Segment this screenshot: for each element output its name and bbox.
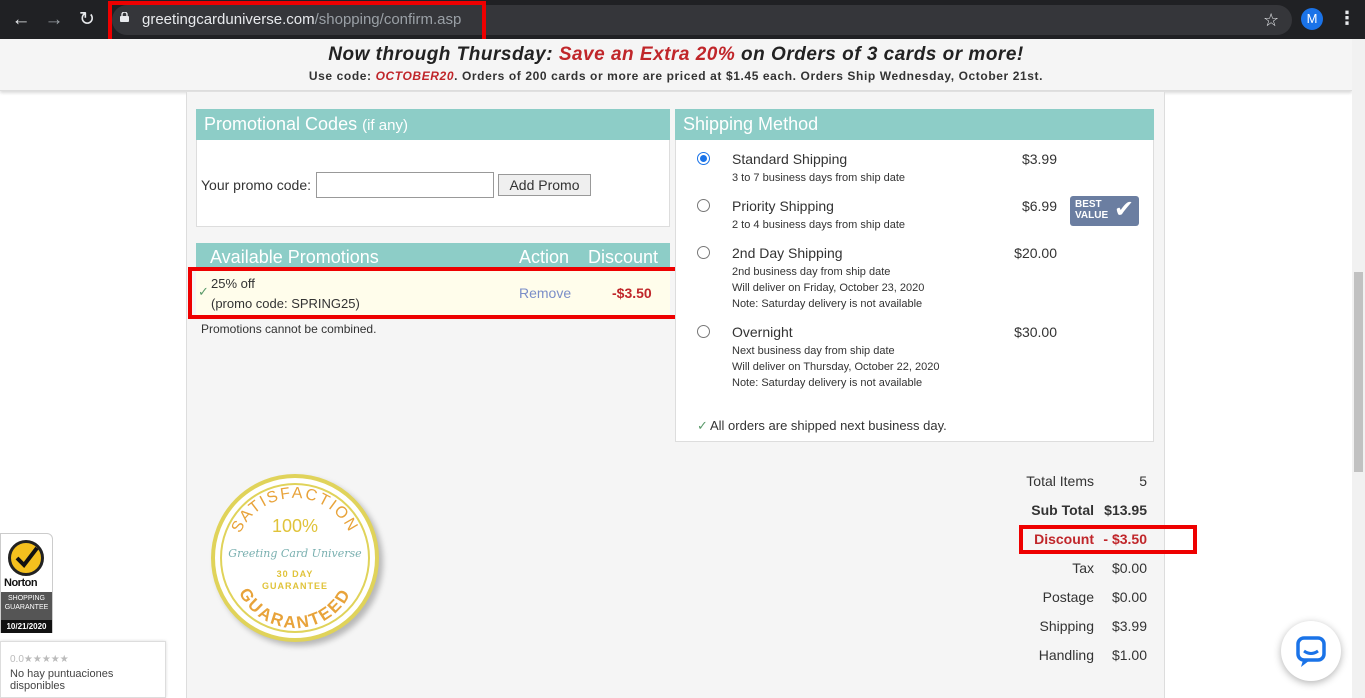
standard-shipping-detail: 3 to 7 business days from ship date xyxy=(732,172,906,184)
chat-bubble-icon xyxy=(1296,636,1326,667)
url-highlight-box xyxy=(108,1,486,43)
subtotal-value: $13.95 xyxy=(1104,502,1147,518)
shipping-value: $3.99 xyxy=(1111,618,1147,634)
2nd-day-shipping-price: $20.00 xyxy=(1014,245,1057,261)
bookmark-star-icon[interactable]: ☆ xyxy=(1263,10,1279,31)
standard-shipping-price: $3.99 xyxy=(1021,151,1057,167)
seal-guarantee: GUARANTEE xyxy=(262,581,328,591)
2nd-day-shipping-name: 2nd Day Shipping xyxy=(732,245,843,261)
total-items-value: 5 xyxy=(1139,473,1147,489)
scrollbar-thumb[interactable] xyxy=(1354,272,1363,472)
live-chat-button[interactable] xyxy=(1281,621,1341,681)
norton-subtitle: SHOPPING GUARANTEE xyxy=(1,592,52,620)
norton-line1: SHOPPING xyxy=(8,595,45,602)
promo-codes-hint: (if any) xyxy=(362,117,408,134)
seal-bottom-text: GUARANTEED xyxy=(235,585,353,633)
priority-shipping-price: $6.99 xyxy=(1021,198,1057,214)
tax-value: $0.00 xyxy=(1111,560,1147,576)
postage-value: $0.00 xyxy=(1111,589,1147,605)
overnight-shipping-name: Overnight xyxy=(732,324,793,340)
banner-headline: Now through Thursday: Save an Extra 20% … xyxy=(0,44,1352,66)
priority-shipping-radio[interactable] xyxy=(697,199,710,212)
banner-code: OCTOBER20 xyxy=(375,69,455,83)
svg-text:GUARANTEED: GUARANTEED xyxy=(235,585,355,633)
check-icon: ✓ xyxy=(697,418,708,433)
banner-code-label: Use code: xyxy=(308,69,376,83)
handling-label: Handling xyxy=(1038,647,1094,663)
overnight-delivery-date: Will deliver on Thursday, October 22, 20… xyxy=(732,361,940,373)
checkmark-icon: ✔ xyxy=(1114,196,1135,223)
available-promotions-title: Available Promotions xyxy=(210,247,379,267)
overnight-shipping-radio[interactable] xyxy=(697,325,710,338)
rating-stars: 0.0★★★★★ xyxy=(10,654,69,665)
priority-shipping-name: Priority Shipping xyxy=(732,198,834,214)
norton-check-icon xyxy=(8,540,44,576)
star-icons: ★★★★★ xyxy=(23,654,69,665)
add-promo-button[interactable]: Add Promo xyxy=(498,174,591,196)
satisfaction-guarantee-seal: SATISFACTION GUARANTEED 100% Greeting Ca… xyxy=(211,474,379,642)
forward-arrow-icon[interactable]: → xyxy=(43,9,65,31)
promo-codes-header: Promotional Codes (if any) xyxy=(196,109,670,140)
banner-subline-suffix: . Orders of 200 cards or more are priced… xyxy=(454,69,1044,83)
banner-headline-prefix: Now through Thursday: xyxy=(328,44,559,65)
profile-avatar[interactable]: M xyxy=(1301,8,1323,30)
rating-widget[interactable]: 0.0★★★★★ No hay puntuaciones disponibles xyxy=(0,641,166,698)
shipping-label: Shipping xyxy=(1039,618,1095,634)
back-arrow-icon[interactable]: ← xyxy=(10,9,32,31)
overnight-saturday-note: Note: Saturday delivery is not available xyxy=(732,377,923,389)
tax-label: Tax xyxy=(1072,560,1094,576)
shipping-note: All orders are shipped next business day… xyxy=(710,418,947,433)
rating-text: No hay puntuaciones disponibles xyxy=(10,668,114,692)
postage-label: Postage xyxy=(1042,589,1094,605)
norton-line2: GUARANTEE xyxy=(4,604,49,611)
reload-icon[interactable]: ↻ xyxy=(76,9,98,31)
seal-percent: 100% xyxy=(272,516,318,536)
2nd-day-delivery-date: Will deliver on Friday, October 23, 2020 xyxy=(732,282,925,294)
seal-brand: Greeting Card Universe xyxy=(228,547,362,560)
promo-banner: Now through Thursday: Save an Extra 20% … xyxy=(0,39,1352,91)
promo-codes-title: Promotional Codes xyxy=(204,114,358,134)
banner-headline-suffix: on Orders of 3 cards or more! xyxy=(735,44,1024,65)
promotions-note: Promotions cannot be combined. xyxy=(201,322,377,336)
banner-subline: Use code: OCTOBER20. Orders of 200 cards… xyxy=(0,69,1352,83)
best-value-badge: BEST VALUE ✔ xyxy=(1070,196,1139,226)
priority-shipping-detail: 2 to 4 business days from ship date xyxy=(732,219,906,231)
more-menu-icon[interactable]: ⋮ xyxy=(1338,8,1356,29)
shipping-method-header: Shipping Method xyxy=(675,109,1154,140)
2nd-day-shipping-detail: 2nd business day from ship date xyxy=(732,266,891,278)
overnight-shipping-detail: Next business day from ship date xyxy=(732,345,895,357)
total-items-label: Total Items xyxy=(1026,473,1094,489)
promotion-highlight-box xyxy=(188,267,686,319)
banner-headline-highlight: Save an Extra 20% xyxy=(558,44,736,65)
subtotal-label: Sub Total xyxy=(1031,502,1094,518)
standard-shipping-name: Standard Shipping xyxy=(732,151,848,167)
promo-code-input[interactable] xyxy=(316,172,494,198)
2nd-day-shipping-radio[interactable] xyxy=(697,246,710,259)
norton-date: 10/21/2020 xyxy=(1,620,52,633)
seal-days: 30 DAY xyxy=(277,569,314,579)
overnight-shipping-price: $30.00 xyxy=(1014,324,1057,340)
rating-score: 0.0 xyxy=(10,654,24,665)
discount-highlight-box xyxy=(1019,525,1197,554)
standard-shipping-radio[interactable] xyxy=(697,152,710,165)
2nd-day-saturday-note: Note: Saturday delivery is not available xyxy=(732,298,923,310)
handling-value: $1.00 xyxy=(1111,647,1147,663)
promo-code-label: Your promo code: xyxy=(201,177,311,193)
norton-shopping-guarantee-badge[interactable]: Norton SHOPPING GUARANTEE 10/21/2020 xyxy=(0,533,53,633)
norton-name: Norton xyxy=(4,577,38,589)
seal-graphic: SATISFACTION GUARANTEED 100% Greeting Ca… xyxy=(220,483,370,633)
